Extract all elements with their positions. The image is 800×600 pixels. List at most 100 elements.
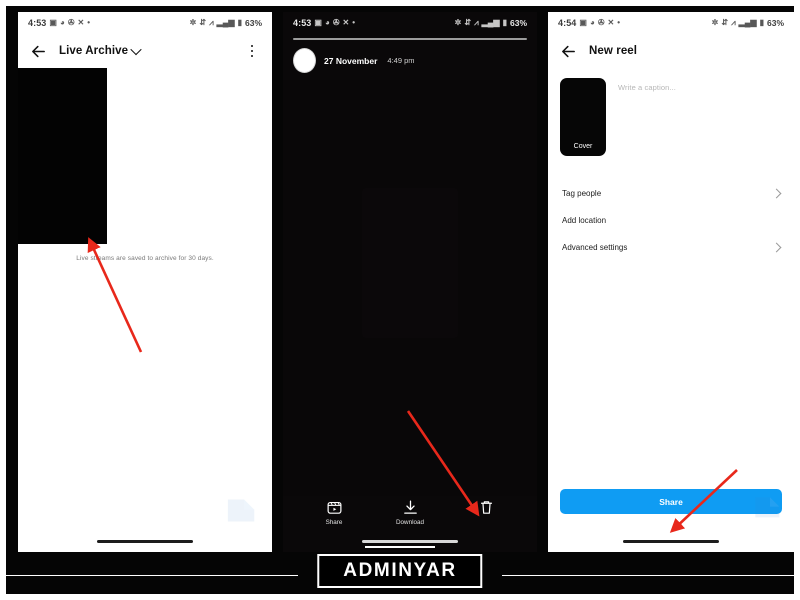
share-button[interactable]: Share	[560, 489, 782, 514]
battery-icon: ▮	[237, 18, 242, 27]
share-action[interactable]: Share	[311, 499, 357, 526]
screenshot-icon: ▣	[579, 18, 587, 27]
page-title: Live Archive	[59, 45, 129, 57]
banner-rule-right	[502, 574, 794, 576]
status-bar-right-2: ✲ ⇵ ⩘ ▂▄▆ ▮ 63%	[455, 18, 527, 28]
kebab-dot	[250, 54, 254, 58]
download-action[interactable]: Download	[387, 499, 433, 526]
page-title-wrap: New reel	[589, 45, 637, 57]
screenshot-icon: ▣	[49, 18, 57, 27]
chevron-right-icon	[771, 242, 782, 253]
status-bar-3: 4:54 ▣ ◕ ✇ ✕ • ✲ ⇵ ⩘ ▂▄▆ ▮ 63%	[548, 12, 794, 34]
panel-live-archive: 4:53 ▣ ◕ ✇ ✕ • ✲ ⇵ ⩘ ▂▄▆ ▮ 63% Live Arch…	[18, 12, 272, 552]
chevron-right-icon	[771, 188, 782, 199]
status-bar-right-1: ✲ ⇵ ⩘ ▂▄▆ ▮ 63%	[190, 18, 262, 28]
row-add-location[interactable]: Add location	[548, 207, 794, 234]
status-bar-left-1: 4:53 ▣ ◕ ✇ ✕ •	[28, 18, 90, 28]
bluetooth-icon: ✲	[189, 18, 197, 27]
kebab-menu-icon[interactable]	[244, 41, 260, 61]
kebab-dot	[250, 44, 254, 48]
wifi-icon: ⩘	[209, 18, 214, 27]
cover-label: Cover	[573, 143, 593, 150]
screenshot-icon: ▣	[314, 18, 322, 27]
archive-grid	[18, 68, 272, 244]
wifi-icon: ⩘	[731, 18, 736, 27]
panel-new-reel: 4:54 ▣ ◕ ✇ ✕ • ✲ ⇵ ⩘ ▂▄▆ ▮ 63% New reel	[548, 12, 794, 552]
status-bar-right-3: ✲ ⇵ ⩘ ▂▄▆ ▮ 63%	[712, 18, 784, 28]
reel-caption-section: Cover Write a caption...	[548, 68, 794, 156]
x-icon: ✕	[342, 18, 350, 27]
status-bar-left-3: 4:54 ▣ ◕ ✇ ✕ •	[558, 18, 620, 28]
status-time: 4:53	[28, 18, 47, 28]
watermark-banner: ADMINYAR	[317, 554, 483, 588]
row-tag-people[interactable]: Tag people	[548, 180, 794, 207]
screenshot-stage: 4:53 ▣ ◕ ✇ ✕ • ✲ ⇵ ⩘ ▂▄▆ ▮ 63% Live Arch…	[6, 6, 794, 594]
row-label: Advanced settings	[562, 243, 628, 252]
back-arrow-icon[interactable]	[30, 43, 47, 60]
cover-thumbnail[interactable]: Cover	[560, 78, 606, 156]
x-icon: ✕	[607, 18, 615, 27]
page-title: New reel	[589, 45, 638, 57]
avatar[interactable]	[293, 48, 316, 74]
panel-live-playback: 4:53 ▣ ◕ ✇ ✕ • ✲ ⇵ ⩘ ▂▄▆ ▮ 63% 27 Novemb…	[283, 12, 537, 552]
chevron-down-icon	[130, 43, 142, 56]
battery-icon: ▮	[759, 18, 764, 27]
home-indicator	[97, 540, 193, 543]
reel-share-icon	[327, 501, 341, 514]
share-action-label: Share	[325, 519, 343, 526]
mask-icon: ✇	[67, 18, 75, 27]
dot-icon: •	[87, 18, 91, 27]
row-label: Add location	[562, 216, 607, 225]
caption-input[interactable]: Write a caption...	[618, 78, 782, 156]
app-bar-new-reel: New reel	[548, 34, 794, 68]
dot-icon: •	[352, 18, 356, 27]
app-bar-live-archive: Live Archive	[18, 34, 272, 68]
mask-icon: ✇	[332, 18, 340, 27]
clock-icon: ◕	[589, 18, 595, 27]
banner-tick	[365, 546, 435, 548]
playback-time: 4:49 pm	[387, 56, 415, 66]
playback-header: 27 November 4:49 pm	[283, 40, 537, 74]
status-time: 4:54	[558, 18, 577, 28]
signal-icon: ▂▄▆	[216, 18, 235, 27]
dot-icon: •	[617, 18, 621, 27]
status-bar-left-2: 4:53 ▣ ◕ ✇ ✕ •	[293, 18, 355, 28]
clock-icon: ◕	[324, 18, 330, 27]
battery-icon: ▮	[502, 18, 507, 27]
playback-date: 27 November	[324, 55, 378, 66]
status-time: 4:53	[293, 18, 312, 28]
corner-watermark-icon	[227, 499, 255, 522]
vpn-icon: ⇵	[721, 18, 729, 27]
row-label: Tag people	[562, 189, 602, 198]
archive-tile[interactable]	[18, 68, 107, 244]
vpn-icon: ⇵	[199, 18, 207, 27]
page-title-wrap[interactable]: Live Archive	[59, 43, 142, 57]
delete-action[interactable]	[463, 499, 509, 519]
playback-action-bar: Share Download	[283, 499, 537, 526]
signal-icon: ▂▄▆	[738, 18, 757, 27]
mask-icon: ✇	[597, 18, 605, 27]
wifi-icon: ⩘	[474, 18, 479, 27]
bluetooth-icon: ✲	[711, 18, 719, 27]
bluetooth-icon: ✲	[454, 18, 462, 27]
kebab-dot	[250, 49, 254, 53]
vpn-icon: ⇵	[464, 18, 472, 27]
x-icon: ✕	[77, 18, 85, 27]
home-indicator	[362, 540, 458, 543]
battery-percent: 63%	[244, 18, 262, 28]
back-arrow-icon[interactable]	[560, 43, 577, 60]
signal-icon: ▂▄▆	[481, 18, 500, 27]
video-surface[interactable]	[283, 80, 537, 496]
download-icon	[403, 500, 417, 514]
battery-percent: 63%	[509, 18, 527, 28]
row-advanced-settings[interactable]: Advanced settings	[548, 234, 794, 261]
download-action-label: Download	[395, 519, 424, 526]
watermark-text: ADMINYAR	[343, 560, 457, 581]
trash-icon	[480, 501, 492, 514]
archive-note: Live streams are saved to archive for 30…	[76, 255, 214, 262]
banner-rule-left	[6, 574, 298, 576]
status-bar-2: 4:53 ▣ ◕ ✇ ✕ • ✲ ⇵ ⩘ ▂▄▆ ▮ 63%	[283, 12, 537, 34]
battery-percent: 63%	[766, 18, 784, 28]
reel-options-list: Tag people Add location Advanced setting…	[548, 180, 794, 261]
home-indicator	[623, 540, 719, 543]
